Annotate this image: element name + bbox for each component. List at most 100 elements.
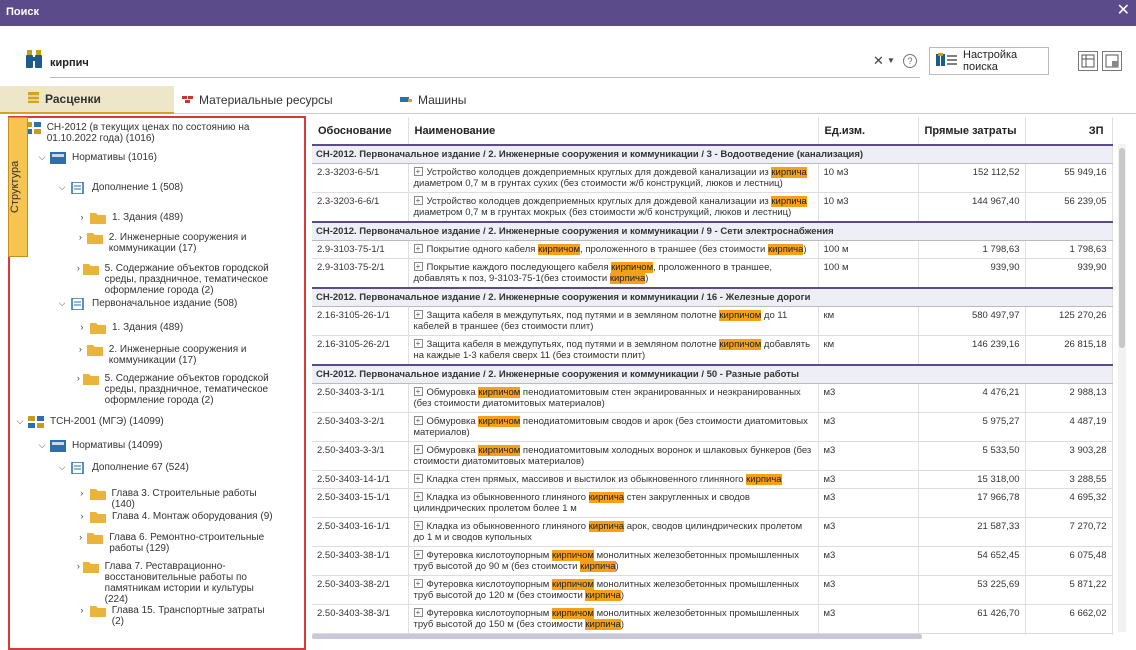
insert-row-icon[interactable]: [1078, 51, 1098, 71]
table-row[interactable]: 2.50-3403-38-1/1 + Футеровка кислотоупорны…: [312, 546, 1113, 576]
expand-icon[interactable]: +: [413, 492, 423, 501]
expand-icon[interactable]: +: [413, 339, 423, 348]
wage-cell: 125 270,26: [1025, 306, 1113, 336]
tab-machines[interactable]: Машины: [372, 86, 512, 114]
tree-node[interactable]: › 5. Содержание объектов городской среды,…: [76, 263, 276, 296]
tree-node[interactable]: › Глава 4. Монтаж оборудования (9): [76, 511, 276, 523]
chevron-right-icon[interactable]: ›: [76, 511, 88, 522]
highlight-text: кирпичом: [478, 445, 521, 456]
name-text: Покрытие одного кабеля: [426, 244, 539, 255]
tree-node-label: Дополнение 67 (524): [92, 462, 189, 473]
highlight-text: кирпичом: [478, 416, 521, 427]
expand-icon[interactable]: +: [413, 167, 423, 176]
table-row[interactable]: 2.50-3403-3-3/1 + Обмуровка кирпичом пенод…: [312, 441, 1113, 471]
clear-icon[interactable]: ✕: [873, 53, 884, 69]
table-row[interactable]: 2.50-3403-15-1/1 + Кладка из обыкновенного…: [312, 488, 1113, 518]
expand-icon[interactable]: +: [413, 244, 423, 253]
tab-materials[interactable]: Материальные ресурсы: [154, 86, 344, 114]
expand-icon[interactable]: +: [413, 579, 423, 588]
column-header[interactable]: Наименование: [408, 117, 819, 146]
expand-icon[interactable]: +: [413, 310, 423, 319]
column-header[interactable]: ЗП: [1025, 117, 1113, 146]
chevron-right-icon[interactable]: ›: [76, 344, 85, 355]
expand-icon[interactable]: +: [413, 262, 423, 271]
table-row[interactable]: 2.16-3105-26-1/1 + Защита кабеля в междупу…: [312, 306, 1113, 336]
chevron-down-icon[interactable]: ⌵: [56, 298, 68, 309]
expand-icon[interactable]: +: [413, 387, 423, 396]
chevron-down-icon[interactable]: ⌵: [36, 152, 48, 163]
group-row[interactable]: СН-2012. Первоначальное издание / 2. Инж…: [312, 364, 1113, 384]
tree-node[interactable]: ⌵ Дополнение 67 (524): [56, 461, 266, 475]
tree-node-label: Глава 4. Монтаж оборудования (9): [112, 511, 273, 522]
chevron-down-icon[interactable]: ⌵: [14, 416, 26, 427]
expand-icon[interactable]: +: [413, 608, 423, 617]
help-icon[interactable]: ?: [903, 54, 917, 68]
expand-icon[interactable]: +: [413, 521, 423, 530]
horizontal-scrollbar[interactable]: [312, 634, 922, 639]
group-label: СН-2012. Первоначальное издание / 2. Инж…: [312, 144, 1113, 164]
group-row[interactable]: СН-2012. Первоначальное издание / 2. Инж…: [312, 287, 1113, 307]
group-row[interactable]: СН-2012. Первоначальное издание / 2. Инж…: [312, 144, 1113, 164]
tree-node[interactable]: › 5. Содержание объектов городской среды,…: [76, 373, 276, 406]
tree-node[interactable]: ⌵ Нормативы (14099): [36, 440, 266, 452]
window-icon[interactable]: [1102, 51, 1122, 71]
group-row[interactable]: СН-2012. Первоначальное издание / 2. Инж…: [312, 221, 1113, 241]
tree-node[interactable]: › 1. Здания (489): [76, 212, 276, 224]
code-cell: 2.3-3203-6-5/1: [312, 163, 409, 193]
table-row[interactable]: 2.16-3105-26-2/1 + Защита кабеля в междупу…: [312, 335, 1113, 366]
code-cell: 2.50-3403-38-2/1: [312, 575, 409, 605]
direct-cost-cell: 54 652,45: [918, 546, 1026, 576]
close-icon[interactable]: ✕: [1117, 3, 1130, 19]
table-row[interactable]: 2.50-3403-16-1/1 + Кладка из обыкновенного…: [312, 517, 1113, 547]
expand-icon[interactable]: +: [413, 445, 423, 454]
name-text: Защита кабеля в междупутьях, под путями …: [426, 339, 720, 350]
chevron-down-icon[interactable]: ⌵: [56, 462, 68, 473]
tree-node[interactable]: ⌵ ТСН-2001 (МГЭ) (14099): [14, 416, 274, 428]
tree-node[interactable]: ⌵ Дополнение 1 (508): [56, 181, 266, 195]
column-header[interactable]: Обоснование: [312, 117, 409, 146]
vertical-scrollbar-thumb[interactable]: [1119, 148, 1125, 348]
table-row[interactable]: 2.3-3203-6-6/1 + Устройство колодцев дожде…: [312, 192, 1113, 223]
table-row[interactable]: 2.50-3403-38-3/1 + Футеровка кислотоупорны…: [312, 604, 1113, 634]
table-row[interactable]: 2.50-3403-14-1/1 + Кладка стен прямых, мас…: [312, 470, 1113, 489]
chevron-right-icon[interactable]: ›: [76, 532, 85, 543]
tree-node[interactable]: › Глава 3. Строительные работы (140): [76, 488, 276, 510]
structure-tab[interactable]: Структура: [8, 117, 28, 257]
search-input[interactable]: [50, 52, 870, 74]
tree-node[interactable]: › Глава 15. Транспортные затраты (2): [76, 605, 276, 627]
column-header[interactable]: Ед.изм.: [818, 117, 919, 146]
chevron-right-icon[interactable]: ›: [76, 232, 85, 243]
tree-node[interactable]: ⌵ Нормативы (1016): [36, 152, 266, 164]
chevron-down-icon[interactable]: ⌵: [56, 182, 68, 193]
tree-node[interactable]: ⌵СН-2012 (в текущих ценах по состоянию н…: [14, 122, 274, 144]
chevron-right-icon[interactable]: ›: [76, 263, 81, 274]
chevron-right-icon[interactable]: ›: [76, 212, 88, 223]
expand-icon[interactable]: +: [413, 474, 423, 483]
table-row[interactable]: 2.50-3403-3-1/1 + Обмуровка кирпичом пенод…: [312, 383, 1113, 413]
search-settings-button[interactable]: Настройка поиска: [929, 47, 1049, 75]
table-row[interactable]: 2.50-3403-3-2/1 + Обмуровка кирпичом пенод…: [312, 412, 1113, 442]
expand-icon[interactable]: +: [413, 196, 423, 205]
expand-icon[interactable]: +: [413, 416, 423, 425]
table-row[interactable]: 2.3-3203-6-5/1 + Устройство колодцев дожде…: [312, 163, 1113, 193]
tree-node[interactable]: › 2. Инженерные сооружения и коммуникации…: [76, 232, 276, 254]
chevron-down-icon[interactable]: ▼: [887, 56, 895, 65]
column-header[interactable]: Прямые затраты: [918, 117, 1026, 146]
chevron-down-icon[interactable]: ⌵: [36, 440, 48, 451]
tree-node[interactable]: ⌵ Первоначальное издание (508): [56, 297, 266, 311]
expand-icon[interactable]: +: [413, 550, 423, 559]
chevron-right-icon[interactable]: ›: [76, 605, 88, 616]
table-row[interactable]: 2.9-3103-75-1/1 + Покрытие одного кабеля к…: [312, 240, 1113, 259]
table-row[interactable]: 2.9-3103-75-2/1 + Покрытие каждого последу…: [312, 258, 1113, 289]
tree-node[interactable]: › 2. Инженерные сооружения и коммуникации…: [76, 344, 276, 366]
tab-rates[interactable]: Расценки: [0, 86, 174, 114]
chevron-right-icon[interactable]: ›: [76, 322, 88, 333]
chevron-right-icon[interactable]: ›: [76, 561, 81, 572]
tree-node[interactable]: › Глава 7. Реставрационно-восстановительн…: [76, 561, 276, 605]
chevron-right-icon[interactable]: ›: [76, 373, 81, 384]
table-row[interactable]: 2.50-3403-38-2/1 + Футеровка кислотоупорны…: [312, 575, 1113, 605]
tree-node[interactable]: › 1. Здания (489): [76, 322, 276, 334]
code-cell: 2.9-3103-75-1/1: [312, 240, 409, 259]
tree-node[interactable]: › Глава 6. Ремонтно-строительные работы (…: [76, 532, 276, 554]
chevron-right-icon[interactable]: ›: [76, 488, 88, 499]
